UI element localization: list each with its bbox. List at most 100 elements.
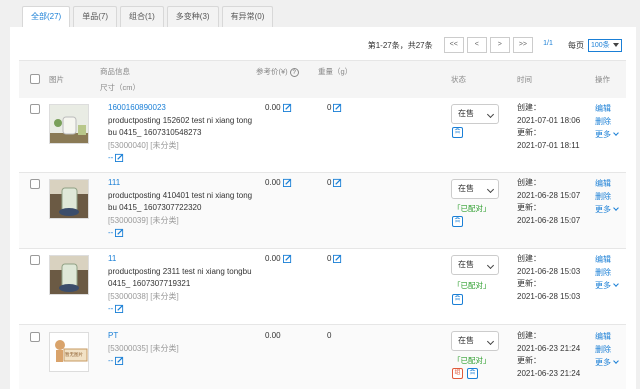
product-image [50,105,88,143]
product-sku-link[interactable]: 11 [108,253,258,266]
group-badge[interactable]: 组 [452,368,463,379]
product-sku-link[interactable]: 111 [108,177,258,190]
more-button[interactable]: 更多 [595,128,619,141]
header-price: 参考价(¥)? [256,66,299,77]
price-cell: 0.00 [265,102,292,115]
more-label: 更多 [595,281,611,290]
header-size: 尺寸（cm） [100,83,140,92]
product-size: -- [108,152,258,165]
price-cell: 0.00 [265,253,292,266]
row-checkbox[interactable] [30,332,40,342]
price-value: 0.00 [265,254,281,263]
tab-variants[interactable]: 多变种(3) [166,6,219,27]
edit-icon[interactable] [333,254,342,264]
first-page-button[interactable]: << [443,37,464,53]
header-price-label: 参考价(¥) [256,67,288,76]
time-cell: 创建： 2021-06-28 15:03 更新： 2021-06-28 15:0… [517,253,580,303]
time-cell: 创建： 2021-06-23 21:24 更新： 2021-06-23 21:2… [517,330,580,380]
row-checkbox[interactable] [30,104,40,114]
product-info: PT [53000035] [未分类] -- [108,330,258,368]
more-button[interactable]: 更多 [595,356,619,369]
weight-cell: 0 [327,177,342,190]
edit-icon[interactable] [282,103,292,113]
updated-time: 2021-06-28 15:07 [517,215,581,225]
product-sku-link[interactable]: PT [108,330,258,343]
edit-button[interactable]: 编辑 [595,177,618,190]
weight-cell: 0 [327,102,342,115]
tab-combo[interactable]: 组合(1) [120,6,164,27]
product-thumbnail[interactable] [49,179,89,219]
updated-time: 2021-06-23 21:24 [517,368,581,378]
weight-value: 0 [327,178,332,187]
combo-badge[interactable]: 合 [452,216,463,227]
created-time: 2021-06-28 15:03 [517,266,581,276]
edit-button[interactable]: 编辑 [595,330,618,343]
status-select[interactable]: 在售 [451,255,499,275]
updated-time: 2021-06-28 15:03 [517,291,581,301]
product-thumbnail[interactable]: 暂无图片 [49,332,89,372]
delete-button[interactable]: 删除 [595,343,618,356]
prev-page-button[interactable]: < [466,37,487,53]
combo-badge[interactable]: 合 [452,127,463,138]
delete-button[interactable]: 删除 [595,190,618,203]
updated-label: 更新： [517,203,541,212]
delete-button[interactable]: 删除 [595,115,618,128]
created-label: 创建： [517,178,541,187]
product-desc-line2: 0415_ 1607307719321 [108,279,191,288]
per-page-select[interactable]: 100条 [588,38,622,52]
weight-value: 0 [327,254,332,263]
delete-button[interactable]: 删除 [595,266,618,279]
matched-tag: 「已配对」 [453,356,491,365]
status-select[interactable]: 在售 [451,331,499,351]
product-list-panel: 第1-27条，共27条 << < > >> 1/1 每页 100条 图片 商品信… [10,27,636,389]
product-desc-line1: productposting 410401 test ni xiang tong [108,190,253,200]
product-sku-link[interactable]: 1600160890023 [108,102,258,115]
combo-badge[interactable]: 合 [452,294,463,305]
edit-icon[interactable] [282,254,292,264]
status-select[interactable]: 在售 [451,179,499,199]
edit-button[interactable]: 编辑 [595,253,618,266]
edit-button[interactable]: 编辑 [595,102,618,115]
combo-badge[interactable]: 合 [467,368,478,379]
price-value: 0.00 [265,331,281,340]
table-row: 111 productposting 410401 test ni xiang … [19,173,626,249]
header-time: 时间 [517,75,532,84]
product-info: 1600160890023 productposting 152602 test… [108,102,258,165]
last-page-button[interactable]: >> [512,37,533,53]
edit-icon[interactable] [115,304,124,314]
edit-icon[interactable] [115,153,124,163]
more-button[interactable]: 更多 [595,279,619,292]
next-page-button[interactable]: > [489,37,510,53]
edit-icon[interactable] [282,178,292,188]
tab-all[interactable]: 全部(27) [22,6,71,27]
header-info: 商品信息 [100,67,130,76]
row-actions: 编辑 删除 更多 [595,253,619,292]
table-row: 1600160890023 productposting 152602 test… [19,98,626,173]
more-label: 更多 [595,130,611,139]
status-value: 在售 [458,109,474,118]
table-row: 11 productposting 2311 test ni xiang ton… [19,249,626,325]
header-image: 图片 [49,75,64,84]
header-weight: 重量（g） [318,67,353,76]
more-button[interactable]: 更多 [595,203,619,216]
no-image-label: 暂无图片 [65,352,83,357]
price-cell: 0.00 [265,330,281,343]
size-value: -- [108,356,114,365]
status-select[interactable]: 在售 [451,104,499,124]
tab-single[interactable]: 单品(7) [73,6,118,27]
chevron-down-icon [613,130,619,136]
row-checkbox[interactable] [30,255,40,265]
product-thumbnail[interactable] [49,104,89,144]
created-time: 2021-06-23 21:24 [517,343,581,353]
product-desc-line2: bu 0415_ 1607307722320 [108,203,202,212]
edit-icon[interactable] [333,178,342,188]
row-checkbox[interactable] [30,179,40,189]
tab-abnormal[interactable]: 有异常(0) [221,6,274,27]
help-icon[interactable]: ? [289,67,299,77]
page-indicator: 1/1 [536,37,560,53]
product-thumbnail[interactable] [49,255,89,295]
edit-icon[interactable] [115,356,124,366]
select-all-checkbox[interactable] [30,74,40,84]
edit-icon[interactable] [115,228,124,238]
edit-icon[interactable] [333,103,342,113]
